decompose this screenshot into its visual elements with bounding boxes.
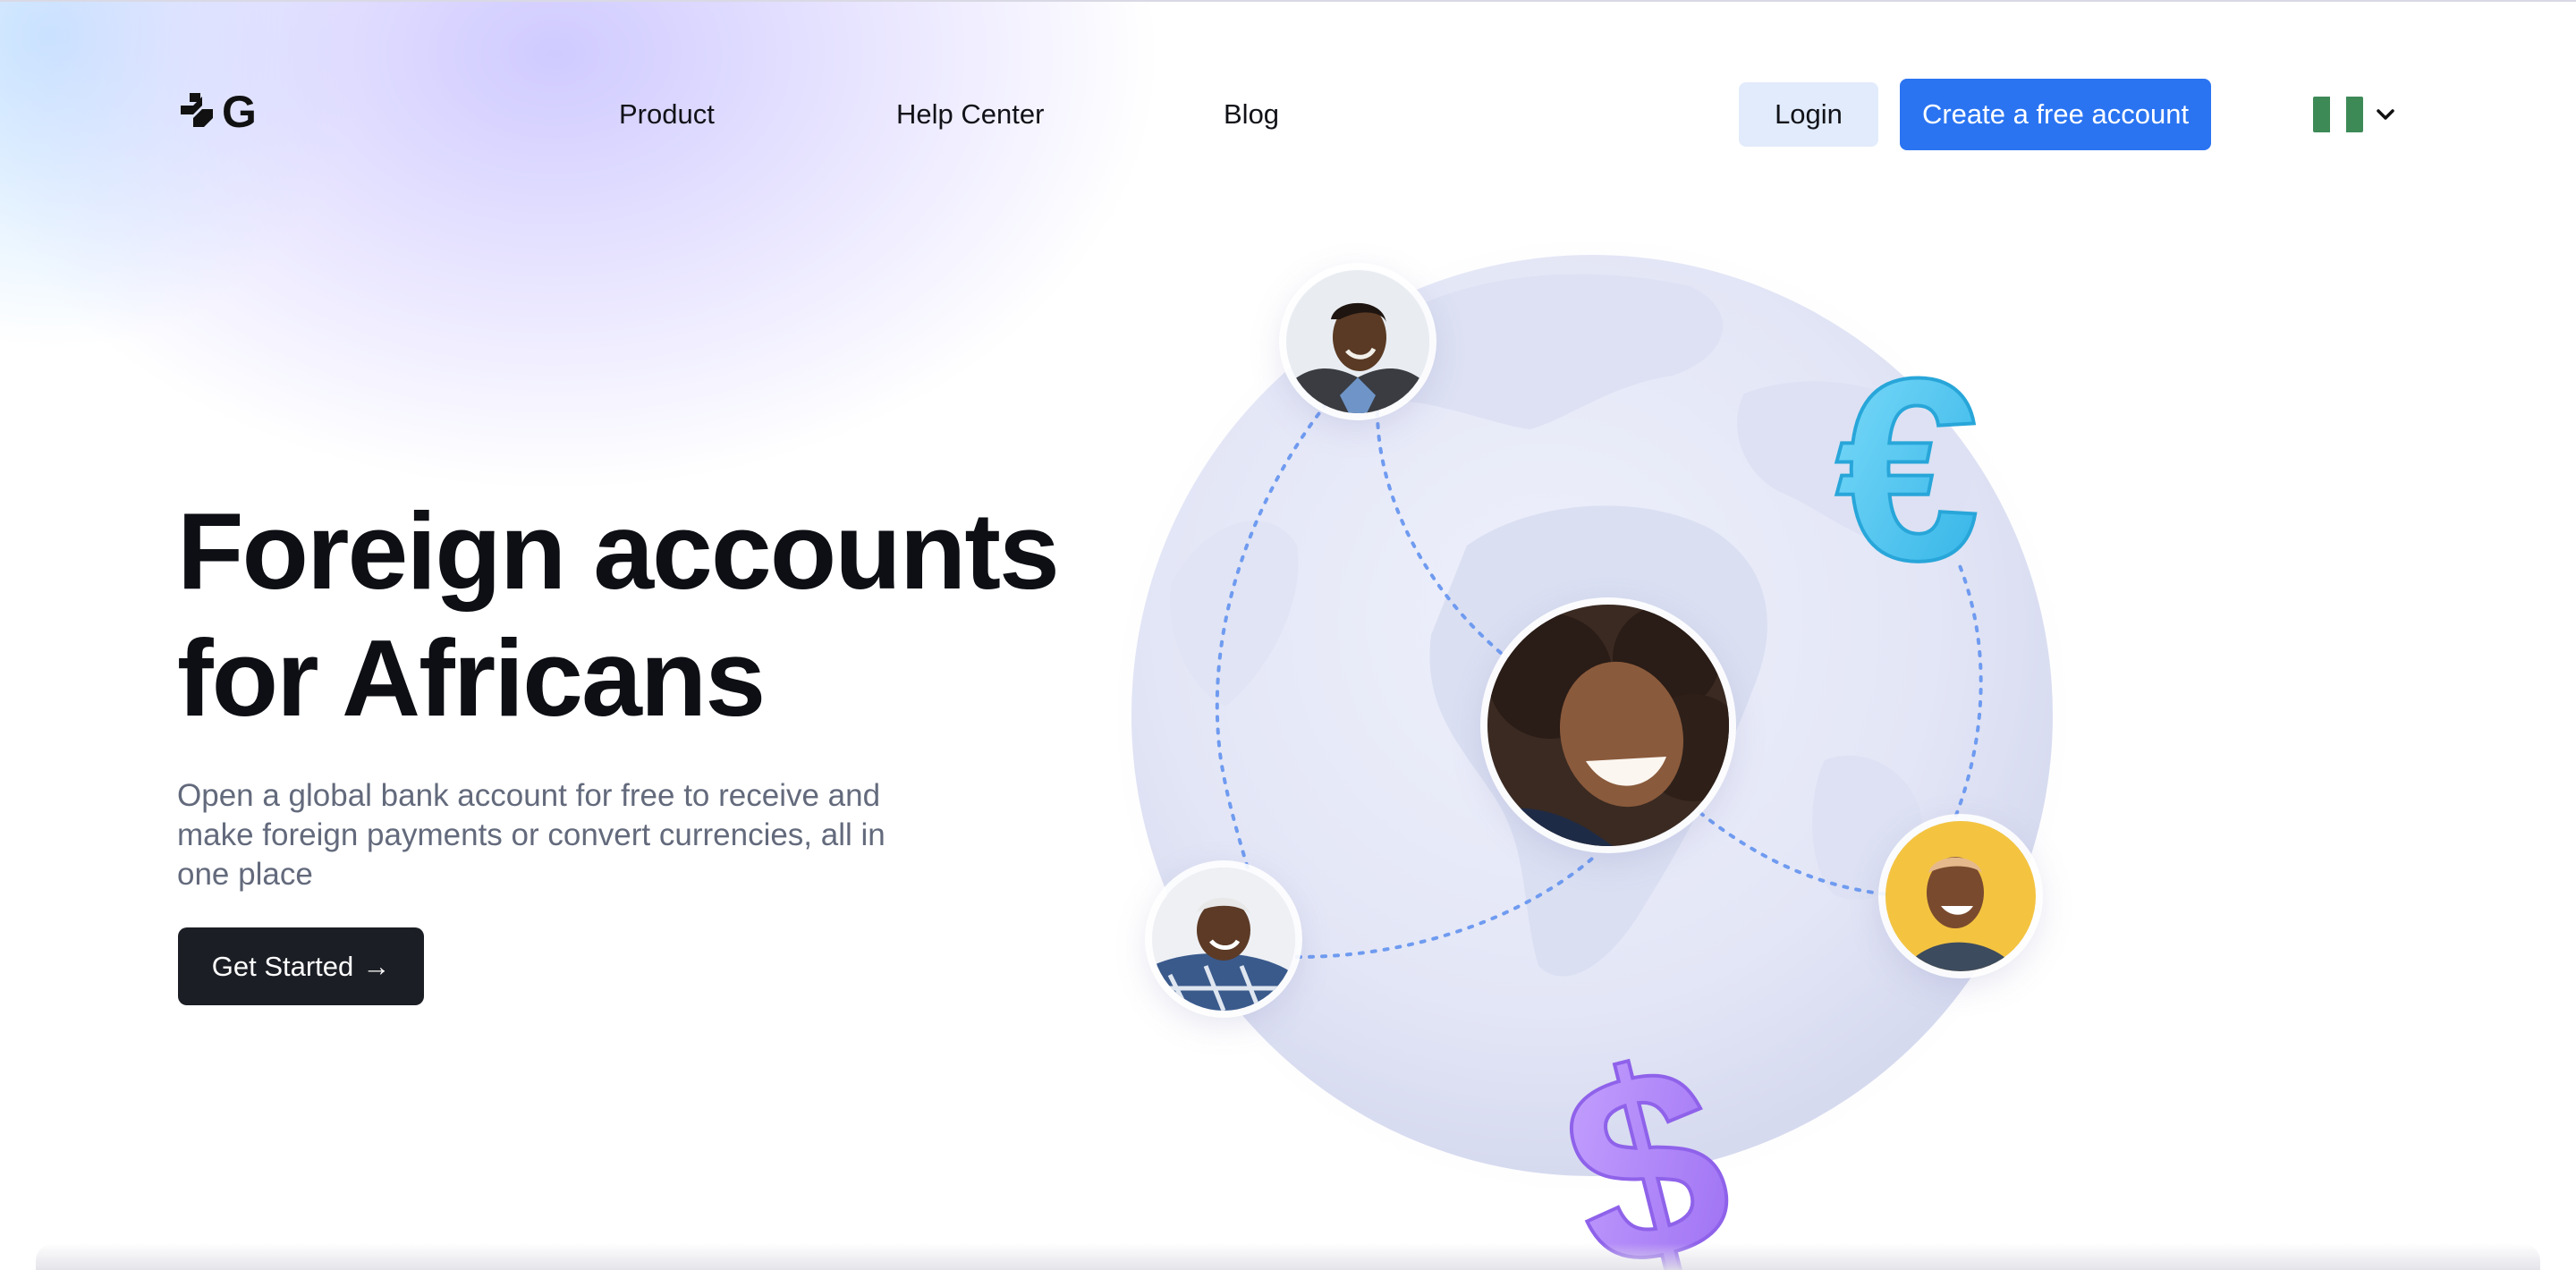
nav-blog[interactable]: Blog (1224, 98, 1279, 131)
svg-text:G: G (222, 89, 257, 131)
get-started-label: Get Started (211, 950, 354, 982)
create-account-button[interactable]: Create a free account (1900, 79, 2211, 150)
language-selector[interactable] (2313, 97, 2399, 132)
arrow-right-icon: → (362, 950, 391, 982)
sg-logo-icon[interactable]: G (177, 89, 259, 131)
chevron-down-icon (2377, 109, 2394, 120)
avatar-man-top (1286, 270, 1429, 413)
avatar-woman-left (1152, 868, 1295, 1011)
hero-title: Foreign accounts for Africans (177, 487, 1060, 741)
globe-illustration: € $ (1064, 206, 2191, 1270)
nav-product[interactable]: Product (619, 98, 715, 131)
avatar-woman-right (1885, 821, 2036, 971)
avatar-woman-center (1487, 605, 1729, 846)
nigeria-flag-icon (2313, 97, 2363, 132)
euro-symbol-icon: € (1834, 323, 1981, 616)
window-top-border (0, 0, 2576, 2)
page-bottom-shadow (36, 1243, 2540, 1270)
get-started-button[interactable]: Get Started → (178, 927, 424, 1005)
hero-title-line-1: Foreign accounts (177, 490, 1060, 612)
svg-text:€: € (1835, 325, 1979, 614)
login-button[interactable]: Login (1739, 82, 1878, 147)
hero-subtitle: Open a global bank account for free to r… (177, 778, 886, 892)
hero-title-line-2: for Africans (177, 617, 766, 739)
nav-help-center[interactable]: Help Center (896, 98, 1044, 131)
